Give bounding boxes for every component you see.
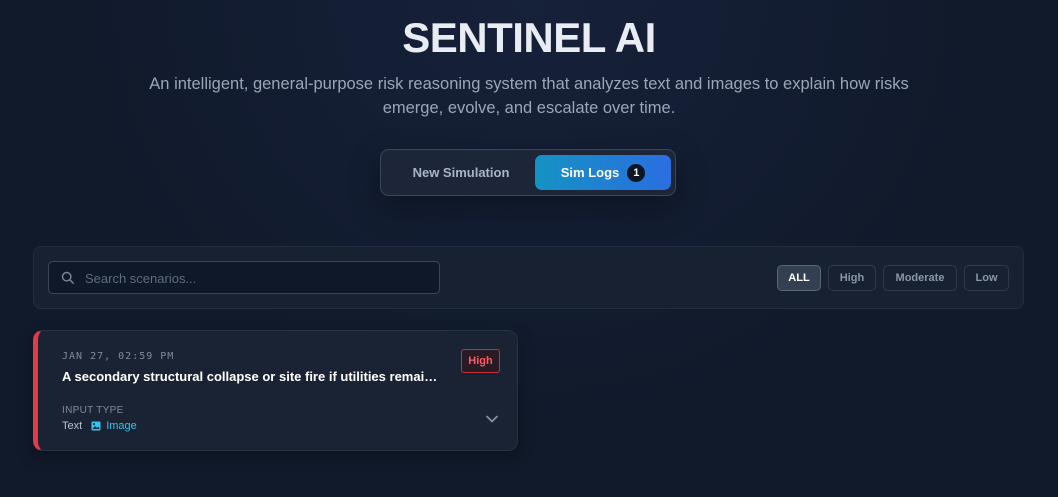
filter-moderate-label: Moderate — [895, 272, 945, 284]
search-input[interactable] — [83, 262, 427, 295]
filter-all-button[interactable]: ALL — [777, 265, 821, 291]
risk-level-badge: High — [461, 349, 500, 373]
log-timestamp: JAN 27, 02:59 PM — [62, 351, 175, 362]
filter-low-button[interactable]: Low — [964, 265, 1009, 291]
app-title: SENTINEL AI — [402, 14, 656, 61]
sim-log-card[interactable]: JAN 27, 02:59 PM A secondary structural … — [33, 330, 518, 451]
app-subtitle: An intelligent, general-purpose risk rea… — [149, 75, 909, 117]
tab-sim-logs[interactable]: Sim Logs 1 — [535, 155, 671, 190]
image-icon — [91, 421, 101, 431]
search-box — [48, 261, 440, 295]
sim-logs-count-badge: 1 — [627, 163, 646, 182]
filter-bar: ALL High Moderate Low — [33, 246, 1024, 309]
tab-new-simulation-label: New Simulation — [412, 165, 510, 180]
chevron-down-icon[interactable] — [485, 412, 499, 426]
filter-all-label: ALL — [788, 272, 810, 284]
input-type-text: Text — [62, 420, 83, 432]
filter-moderate-button[interactable]: Moderate — [883, 265, 957, 291]
log-title: A secondary structural collapse or site … — [62, 369, 442, 384]
filter-low-label: Low — [975, 272, 998, 284]
input-type-image: Image — [106, 420, 137, 432]
input-type-label: INPUT TYPE — [62, 405, 124, 416]
page: SENTINEL AI An intelligent, general-purp… — [0, 0, 1058, 497]
search-icon — [61, 271, 74, 284]
input-types: Text Image — [62, 420, 137, 432]
tab-sim-logs-label: Sim Logs — [560, 165, 620, 180]
filter-high-label: High — [839, 272, 865, 284]
mode-tabs: New Simulation Sim Logs 1 — [380, 149, 676, 196]
tab-new-simulation[interactable]: New Simulation — [386, 155, 536, 190]
filter-high-button[interactable]: High — [828, 265, 876, 291]
